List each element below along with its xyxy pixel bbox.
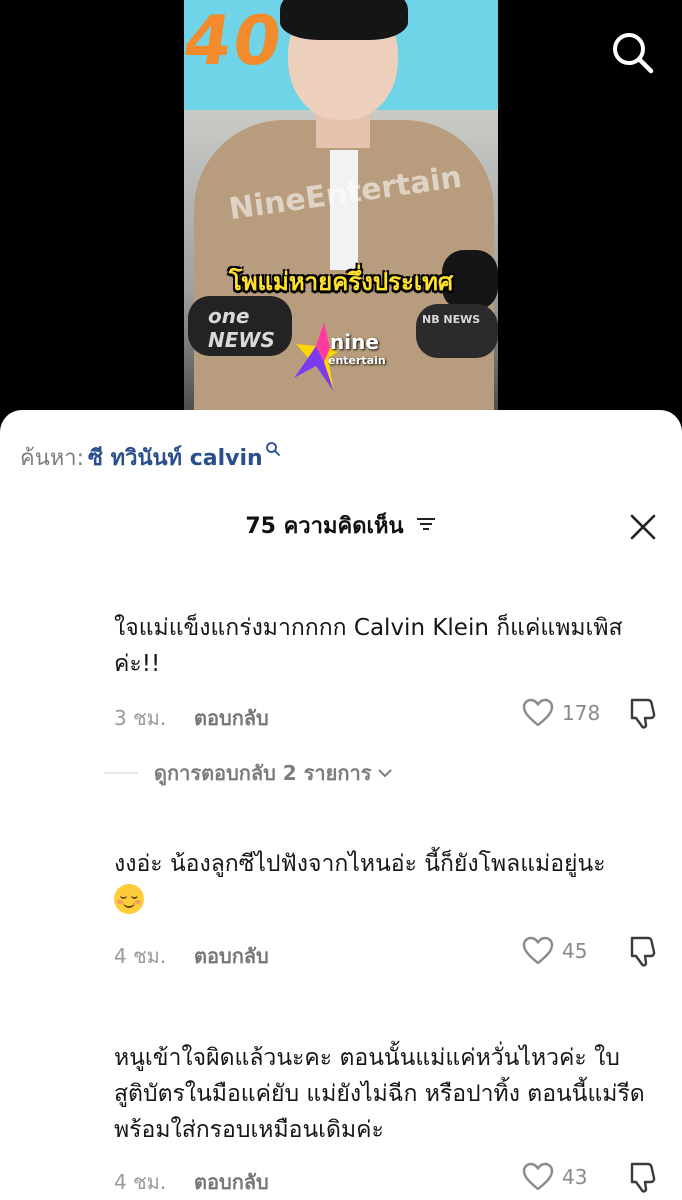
dislike-button[interactable] [626,1160,660,1194]
relieved-face-emoji-icon [114,883,144,914]
view-replies-button[interactable]: ดูการตอบกลับ 2 รายการ [104,758,393,788]
comments-header: 75 ความคิดเห็น [0,508,682,544]
view-replies-label: ดูการตอบกลับ 2 รายการ [154,761,372,785]
heart-outline-icon [522,936,554,965]
like-count: 43 [562,1165,588,1189]
chevron-down-icon [378,769,393,778]
thumbs-down-icon [630,698,656,729]
sort-icon[interactable] [415,515,437,537]
comment-time: 4 ชม. [114,944,167,968]
video-player[interactable]: 40 NineEntertain one NEWS NB NEWS โพแม่ห… [0,0,682,430]
reply-button[interactable]: ตอบกลับ [194,702,269,734]
dislike-button[interactable] [626,696,660,730]
microphone-one-news: one NEWS [188,296,292,356]
dislike-button[interactable] [626,934,660,968]
sign-text: 40 [184,2,289,81]
search-suggestion-prefix: ค้นหา: [20,446,85,471]
thumbs-down-icon [630,936,656,967]
comment-text: หนูเข้าใจผิดแล้วนะคะ ตอนนั้นแม่แค่หวั่นไ… [114,1045,645,1143]
nine-entertain-logo: nine entertain [294,318,394,398]
reply-button[interactable]: ตอบกลับ [194,1166,269,1198]
comment-text: งงอ่ะ น้องลูกซีไปฟังจากไหนอ่ะ นี้ก็ยังโพ… [114,846,660,918]
mic-label-nb-news: NB NEWS [422,313,481,326]
microphone-nb-news: NB NEWS [416,304,498,358]
like-button[interactable]: 178 [522,696,600,730]
logo-entertain-text: entertain [328,354,386,367]
search-suggestion-query: ซี ทวินันท์ calvin [88,446,263,471]
like-button[interactable]: 43 [522,1160,587,1194]
like-button[interactable]: 45 [522,934,587,968]
heart-outline-icon [522,1162,554,1191]
like-count: 45 [562,939,588,963]
comment-time: 4 ชม. [114,1170,167,1194]
logo-nine-text: nine [330,330,379,354]
comments-sheet: ค้นหา: ซี ทวินันท์ calvin 75 ความคิดเห็น … [0,410,682,1200]
comment-text: ใจแม่แข็งแกร่งมากกกก Calvin Klein ก็แค่แ… [114,615,623,677]
search-button[interactable] [610,30,656,76]
comments-count: 75 ความคิดเห็น [245,514,404,539]
search-icon [613,33,654,74]
thumbs-down-icon [630,1162,656,1193]
person-hair [280,0,408,40]
comment-time: 3 ชม. [114,706,167,730]
heart-outline-icon [522,698,554,727]
close-button[interactable] [630,514,656,540]
tiktok-comments-screen: 40 NineEntertain one NEWS NB NEWS โพแม่ห… [0,0,682,1200]
search-suggestion[interactable]: ค้นหา: ซี ทวินันท์ calvin [20,440,281,475]
comment-text-body: งงอ่ะ น้องลูกซีไปฟังจากไหนอ่ะ นี้ก็ยังโพ… [114,851,606,877]
divider [104,772,138,774]
like-count: 178 [562,701,601,725]
close-icon [630,514,656,540]
search-icon [265,438,281,463]
video-caption: โพแม่หายครึ่งประเทศ [228,268,454,296]
mic-label-one-news: one NEWS [208,304,275,352]
video-frame: 40 NineEntertain one NEWS NB NEWS โพแม่ห… [184,0,498,412]
reply-button[interactable]: ตอบกลับ [194,940,269,972]
